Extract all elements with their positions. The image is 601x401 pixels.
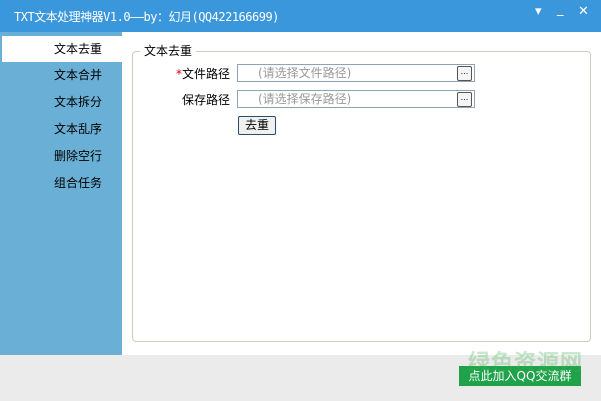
sidebar-item-shuffle[interactable]: 文本乱序 xyxy=(0,116,122,142)
file-path-label-text: 文件路径 xyxy=(181,67,230,81)
sidebar-item-split[interactable]: 文本拆分 xyxy=(0,89,122,115)
file-path-input[interactable]: (请选择文件路径)... xyxy=(237,64,475,82)
group-title: 文本去重 xyxy=(140,42,197,59)
save-path-placeholder: (请选择保存路径) xyxy=(258,92,352,106)
sidebar-item-dedupe[interactable]: 文本去重 xyxy=(2,36,122,62)
window-title: TXT文本处理神器V1.0——by：幻月(QQ422166699) xyxy=(14,10,279,24)
sidebar-item-remove-blank[interactable]: 删除空行 xyxy=(0,143,122,169)
sidebar-item-combo[interactable]: 组合任务 xyxy=(0,170,122,196)
browse-save-button[interactable]: ... xyxy=(457,92,472,107)
browse-file-button[interactable]: ... xyxy=(457,66,472,81)
watermark: 绿色资源网 xyxy=(468,351,584,376)
file-path-label: *文件路径 xyxy=(140,65,230,82)
save-path-input[interactable]: (请选择保存路径)... xyxy=(237,90,475,108)
sidebar: 文本去重 文本合并 文本拆分 文本乱序 删除空行 组合任务 xyxy=(0,32,122,355)
menu-dropdown-icon[interactable]: ▾ xyxy=(535,4,542,19)
title-bar: TXT文本处理神器V1.0——by：幻月(QQ422166699) ▾ _ ✕ xyxy=(0,0,601,32)
minimize-button[interactable]: _ xyxy=(557,2,564,17)
file-path-placeholder: (请选择文件路径) xyxy=(258,66,352,80)
sidebar-item-merge[interactable]: 文本合并 xyxy=(0,62,122,88)
dedupe-button[interactable]: 去重 xyxy=(238,116,276,135)
save-path-label: 保存路径 xyxy=(181,93,230,107)
close-button[interactable]: ✕ xyxy=(578,4,589,19)
